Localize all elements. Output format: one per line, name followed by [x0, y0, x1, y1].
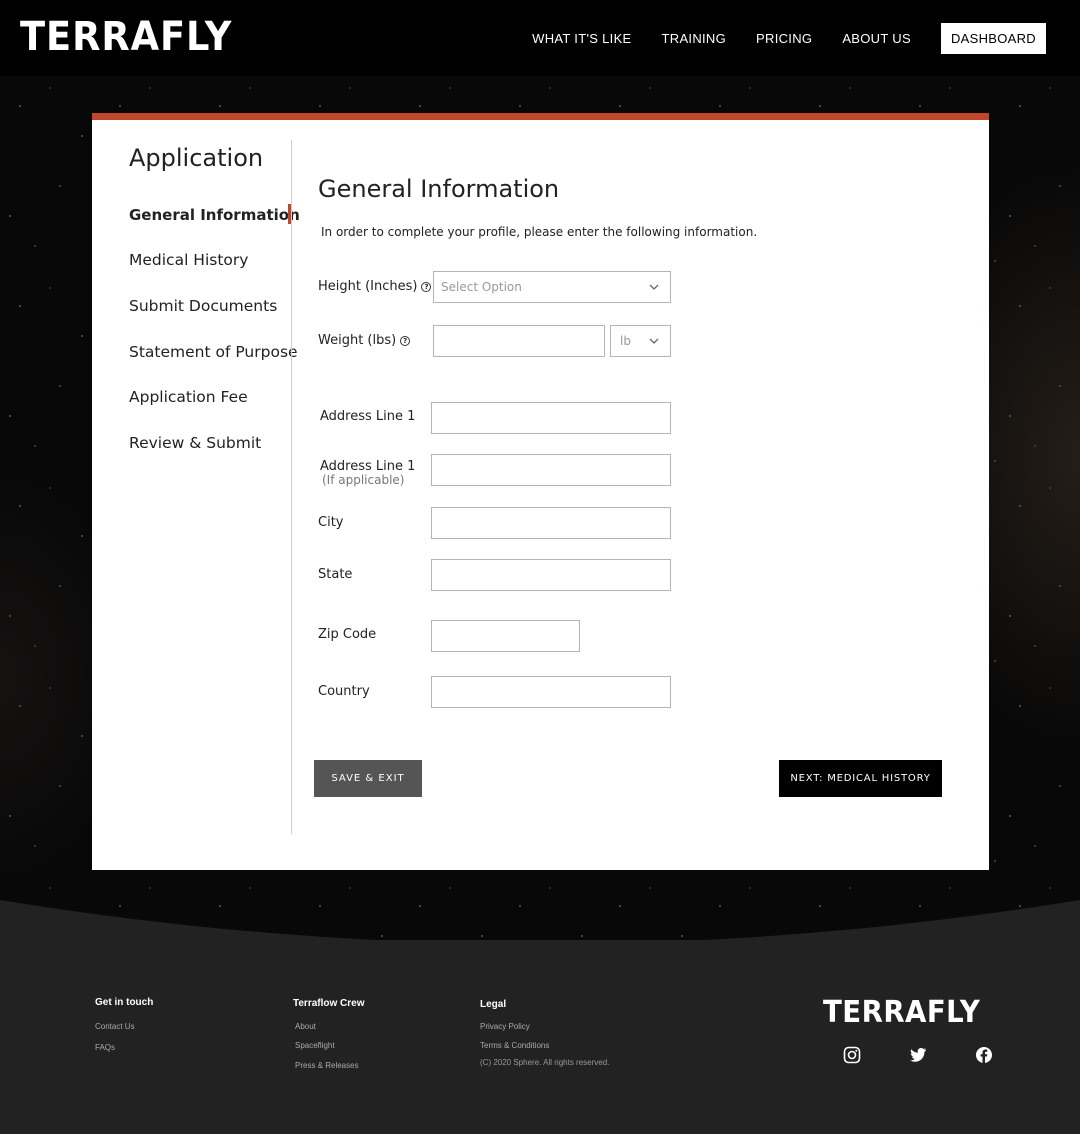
weight-input[interactable]	[433, 325, 605, 357]
dashboard-button[interactable]: DASHBOARD	[940, 23, 1046, 54]
address1-field[interactable]	[431, 402, 671, 434]
country-label: Country	[318, 684, 370, 699]
sidebar-item-general-information[interactable]: General Information	[129, 206, 300, 224]
address1-label: Address Line 1	[320, 409, 416, 424]
weight-input-field[interactable]	[434, 326, 604, 356]
next-medical-history-button[interactable]: NEXT: MEDICAL HISTORY	[779, 760, 942, 797]
height-label: Height (Inches)?	[318, 279, 432, 294]
city-input[interactable]	[432, 508, 670, 538]
nav-about-us[interactable]: ABOUT US	[842, 31, 911, 46]
footer-link-press[interactable]: Press & Releases	[295, 1061, 359, 1070]
chevron-down-icon	[649, 284, 659, 290]
save-exit-button[interactable]: SAVE & EXIT	[314, 760, 422, 797]
footer-body	[0, 940, 1080, 1134]
zip-input[interactable]	[432, 621, 579, 651]
address1-input[interactable]	[432, 403, 670, 433]
footer-link-faqs[interactable]: FAQs	[95, 1043, 115, 1052]
footer-link-privacy[interactable]: Privacy Policy	[480, 1022, 530, 1031]
state-input[interactable]	[432, 560, 670, 590]
sidebar-divider	[291, 140, 292, 834]
zip-field[interactable]	[431, 620, 580, 652]
footer-link-about[interactable]: About	[295, 1022, 316, 1031]
footer-heading-legal: Legal	[480, 999, 507, 1010]
state-label: State	[318, 567, 353, 582]
zip-label: Zip Code	[318, 627, 377, 642]
state-field[interactable]	[431, 559, 671, 591]
weight-unit-value: lb	[620, 334, 631, 348]
intro-text: In order to complete your profile, pleas…	[321, 225, 758, 239]
footer-heading-get-in-touch: Get in touch	[95, 997, 154, 1008]
address2-sublabel: (If applicable)	[322, 473, 405, 487]
footer-link-terms[interactable]: Terms & Conditions	[480, 1041, 549, 1050]
sidebar-item-statement-of-purpose[interactable]: Statement of Purpose	[129, 343, 298, 361]
sidebar-item-submit-documents[interactable]: Submit Documents	[129, 297, 277, 315]
footer-copyright: (C) 2020 Sphere. All rights reserved.	[480, 1058, 610, 1067]
city-field[interactable]	[431, 507, 671, 539]
chevron-down-icon	[649, 338, 659, 344]
height-select-placeholder: Select Option	[441, 280, 522, 294]
footer-logo[interactable]: TERRAFLY	[823, 995, 980, 1030]
site-footer: Get in touch Contact Us FAQs Terraflow C…	[0, 900, 1080, 1134]
weight-unit-select[interactable]: lb	[610, 325, 671, 357]
country-input[interactable]	[432, 677, 670, 707]
twitter-icon[interactable]	[909, 1046, 927, 1064]
nav-pricing[interactable]: PRICING	[756, 31, 812, 46]
city-label: City	[318, 515, 344, 530]
address2-label: Address Line 1	[320, 459, 416, 474]
logo[interactable]: TERRAFLY	[20, 14, 232, 60]
height-label-text: Height (Inches)	[318, 279, 418, 294]
nav-what-its-like[interactable]: WHAT IT'S LIKE	[532, 31, 631, 46]
address2-field[interactable]	[431, 454, 671, 486]
application-card: Application General Information Medical …	[92, 113, 989, 870]
height-select[interactable]: Select Option	[433, 271, 671, 303]
footer-link-spaceflight[interactable]: Spaceflight	[295, 1041, 335, 1050]
footer-link-contact-us[interactable]: Contact Us	[95, 1022, 135, 1031]
sidebar-item-medical-history[interactable]: Medical History	[129, 251, 248, 269]
page-title: General Information	[318, 175, 560, 203]
help-icon[interactable]: ?	[400, 336, 411, 346]
nav-training[interactable]: TRAINING	[662, 31, 727, 46]
footer-curve	[0, 900, 1080, 944]
sidebar-item-application-fee[interactable]: Application Fee	[129, 388, 248, 406]
facebook-icon[interactable]	[975, 1046, 993, 1064]
footer-heading-crew: Terraflow Crew	[293, 998, 365, 1009]
main-nav: WHAT IT'S LIKE TRAINING PRICING ABOUT US…	[502, 23, 1046, 54]
site-header: TERRAFLY WHAT IT'S LIKE TRAINING PRICING…	[0, 0, 1080, 76]
address2-input[interactable]	[432, 455, 670, 485]
sidebar-title: Application	[129, 144, 264, 172]
weight-label: Weight (lbs)?	[318, 333, 411, 348]
sidebar-item-review-submit[interactable]: Review & Submit	[129, 434, 261, 452]
help-icon[interactable]: ?	[421, 282, 432, 292]
application-sidebar: Application General Information Medical …	[92, 120, 300, 870]
country-field[interactable]	[431, 676, 671, 708]
weight-label-text: Weight (lbs)	[318, 333, 397, 348]
instagram-icon[interactable]	[843, 1046, 861, 1064]
